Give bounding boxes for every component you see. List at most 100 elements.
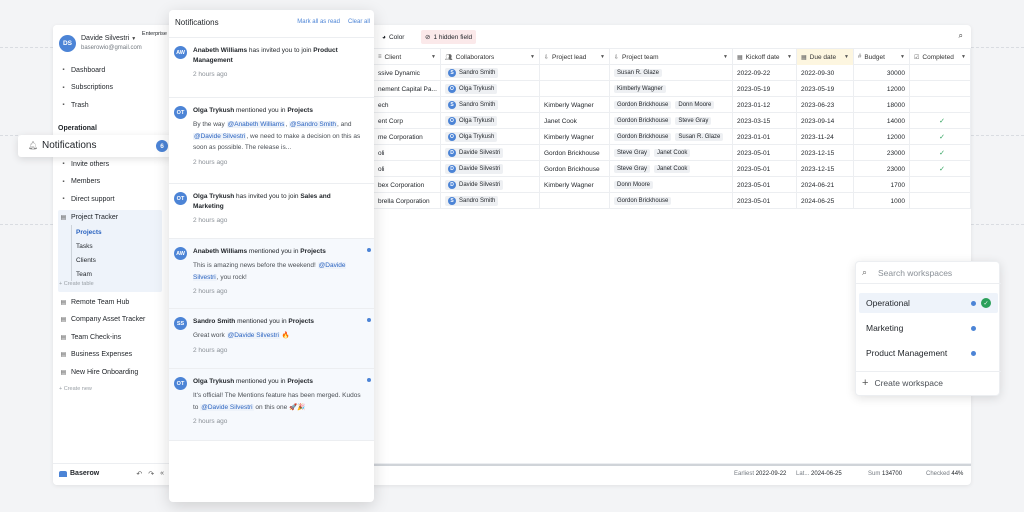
grid-cell[interactable]: 2023-05-01 — [733, 145, 797, 161]
grid-cell[interactable]: 2024-06-25 — [797, 193, 854, 209]
hidden-fields-button[interactable]: ⊘ 1 hidden field — [421, 30, 477, 44]
grid-cell[interactable]: 2024-06-21 — [797, 177, 854, 193]
color-button[interactable]: ◕ Color — [378, 30, 408, 44]
table-item-projects[interactable]: Projects — [71, 225, 102, 239]
notification-item[interactable]: OT Olga Trykush has invited you to join S… — [169, 184, 374, 239]
grid-cell[interactable]: ✓ — [910, 113, 971, 129]
notification-item[interactable]: OT Olga Trykush mentioned you in Projects… — [169, 98, 374, 184]
horizontal-scrollbar[interactable] — [370, 464, 971, 466]
undo-icon[interactable]: ↶ — [136, 470, 142, 478]
grid-cell[interactable]: 30000 — [854, 65, 910, 81]
grid-cell[interactable]: 2023-01-12 — [733, 97, 797, 113]
grid-cell[interactable]: Gordon Brickhouse Steve Gray — [610, 113, 733, 129]
notification-item[interactable]: AW Anabeth Williams mentioned you in Proj… — [169, 239, 374, 309]
grid-cell[interactable]: 18000 — [854, 97, 910, 113]
grid-cell[interactable]: S Sandro Smith — [441, 97, 540, 113]
grid-cell[interactable]: 2023-05-01 — [733, 177, 797, 193]
clear-all-link[interactable]: Clear all — [348, 19, 370, 25]
grid-cell[interactable]: Steve Gray Janet Cook — [610, 145, 733, 161]
grid-cell[interactable]: D Davide Silvestri — [441, 161, 540, 177]
sidebar-item-trash[interactable]: ▪ Trash — [58, 98, 164, 112]
grid-cell[interactable]: D Davide Silvestri — [441, 177, 540, 193]
grid-cell[interactable] — [910, 65, 971, 81]
grid-cell[interactable]: O Olga Trykush — [441, 81, 540, 97]
grid-cell[interactable]: 2023-01-01 — [733, 129, 797, 145]
column-header[interactable]: ⇩ Project lead ▼ — [540, 49, 610, 65]
workspace-item[interactable]: Product Management — [859, 343, 998, 363]
table-item-tasks[interactable]: Tasks — [71, 239, 93, 253]
grid-cell[interactable]: 23000 — [854, 145, 910, 161]
grid-cell[interactable]: 2023-12-15 — [797, 145, 854, 161]
chevron-down-icon[interactable]: ▼ — [431, 54, 436, 60]
latest-aggregation[interactable]: Lat... 2024-06-25 — [796, 471, 842, 477]
grid-cell[interactable]: ssive Dynamic — [374, 65, 441, 81]
create-table-link[interactable]: + Create table — [59, 281, 94, 287]
grid-cell[interactable]: 2023-05-19 — [733, 81, 797, 97]
sidebar-item-invite-others[interactable]: ▪ Invite others — [58, 157, 164, 171]
grid-cell[interactable]: 2023-05-19 — [797, 81, 854, 97]
sum-aggregation[interactable]: Sum 134700 — [868, 471, 902, 477]
table-item-team[interactable]: Team — [71, 267, 92, 281]
collapse-sidebar-icon[interactable]: « — [160, 470, 164, 478]
grid-cell[interactable]: 2023-03-15 — [733, 113, 797, 129]
search-icon[interactable]: ⌕ — [959, 31, 963, 41]
grid-cell[interactable]: Kimberly Wagner — [540, 129, 610, 145]
database-item[interactable]: ▤ Team Check-ins — [58, 330, 164, 344]
sidebar-item-dashboard[interactable]: ▪ Dashboard — [58, 63, 164, 77]
chevron-down-icon[interactable]: ▼ — [961, 54, 966, 60]
sidebar-item-direct-support[interactable]: ▪ Direct support — [58, 192, 164, 206]
sidebar-item-project-tracker[interactable]: ▤ Project Tracker — [58, 210, 164, 224]
database-item[interactable]: ▤ Business Expenses — [58, 348, 164, 362]
notification-item[interactable]: AW Anabeth Williams has invited you to jo… — [169, 38, 374, 98]
column-header[interactable]: # Budget ▼ — [854, 49, 910, 65]
grid-cell[interactable]: me Corporation — [374, 129, 441, 145]
grid-cell[interactable]: Gordon Brickhouse Susan R. Glaze — [610, 129, 733, 145]
grid-cell[interactable]: O Olga Trykush — [441, 113, 540, 129]
grid-cell[interactable] — [910, 177, 971, 193]
grid-cell[interactable]: 2023-09-14 — [797, 113, 854, 129]
grid-cell[interactable]: ✓ — [910, 145, 971, 161]
grid-cell[interactable]: ✓ — [910, 129, 971, 145]
workspace-search[interactable]: ⌕ Search workspaces — [856, 262, 1001, 284]
grid-cell[interactable]: 2023-05-01 — [733, 193, 797, 209]
earliest-aggregation[interactable]: Earliest 2022-09-22 — [734, 471, 786, 477]
grid-cell[interactable]: oli — [374, 145, 441, 161]
grid-cell[interactable]: 1700 — [854, 177, 910, 193]
grid-cell[interactable] — [540, 81, 610, 97]
grid-cell[interactable]: bex Corporation — [374, 177, 441, 193]
notifications-sidebar-item[interactable]: 🔔︎ Notifications 6 — [18, 135, 174, 157]
notification-item[interactable]: SS Sandro Smith mentioned you in Projects… — [169, 309, 374, 369]
chevron-down-icon[interactable]: ▼ — [787, 54, 792, 60]
grid-cell[interactable] — [910, 81, 971, 97]
redo-icon[interactable]: ↷ — [148, 470, 154, 478]
grid-cell[interactable]: 23000 — [854, 161, 910, 177]
grid-cell[interactable]: Kimberly Wagner — [540, 97, 610, 113]
grid-cell[interactable]: 2022-09-30 — [797, 65, 854, 81]
checked-aggregation[interactable]: Checked 44% — [926, 471, 963, 477]
chevron-down-icon[interactable]: ▼ — [530, 54, 535, 60]
grid-cell[interactable]: nement Capital Pa... — [374, 81, 441, 97]
grid-cell[interactable]: 1000 — [854, 193, 910, 209]
grid-cell[interactable]: Gordon Brickhouse Donn Moore — [610, 97, 733, 113]
workspace-item[interactable]: Marketing — [859, 318, 998, 338]
table-item-clients[interactable]: Clients — [71, 253, 96, 267]
grid-cell[interactable]: Kimberly Wagner — [540, 177, 610, 193]
sidebar-item-subscriptions[interactable]: ▪ Subscriptions — [58, 81, 164, 95]
grid-cell[interactable]: 2022-09-22 — [733, 65, 797, 81]
chevron-down-icon[interactable]: ▼ — [600, 54, 605, 60]
notification-item[interactable]: OT Olga Trykush mentioned you in Projects… — [169, 369, 374, 441]
column-header[interactable]: ▦ Due date ▼ — [797, 49, 854, 65]
grid-cell[interactable]: O Olga Trykush — [441, 129, 540, 145]
grid-cell[interactable]: Gordon Brickhouse — [610, 193, 733, 209]
workspace-item[interactable]: Operational ✓ — [859, 293, 998, 313]
grid-cell[interactable]: D Davide Silvestri — [441, 145, 540, 161]
create-new-link[interactable]: + Create new — [59, 386, 92, 392]
grid-cell[interactable]: 2023-06-23 — [797, 97, 854, 113]
grid-cell[interactable]: ent Corp — [374, 113, 441, 129]
grid-cell[interactable]: Kimberly Wagner — [610, 81, 733, 97]
grid-cell[interactable]: Janet Cook — [540, 113, 610, 129]
grid-cell[interactable]: 12000 — [854, 129, 910, 145]
grid-cell[interactable]: S Sandro Smith — [441, 193, 540, 209]
chevron-down-icon[interactable]: ▼ — [723, 54, 728, 60]
grid-cell[interactable]: Susan R. Glaze — [610, 65, 733, 81]
